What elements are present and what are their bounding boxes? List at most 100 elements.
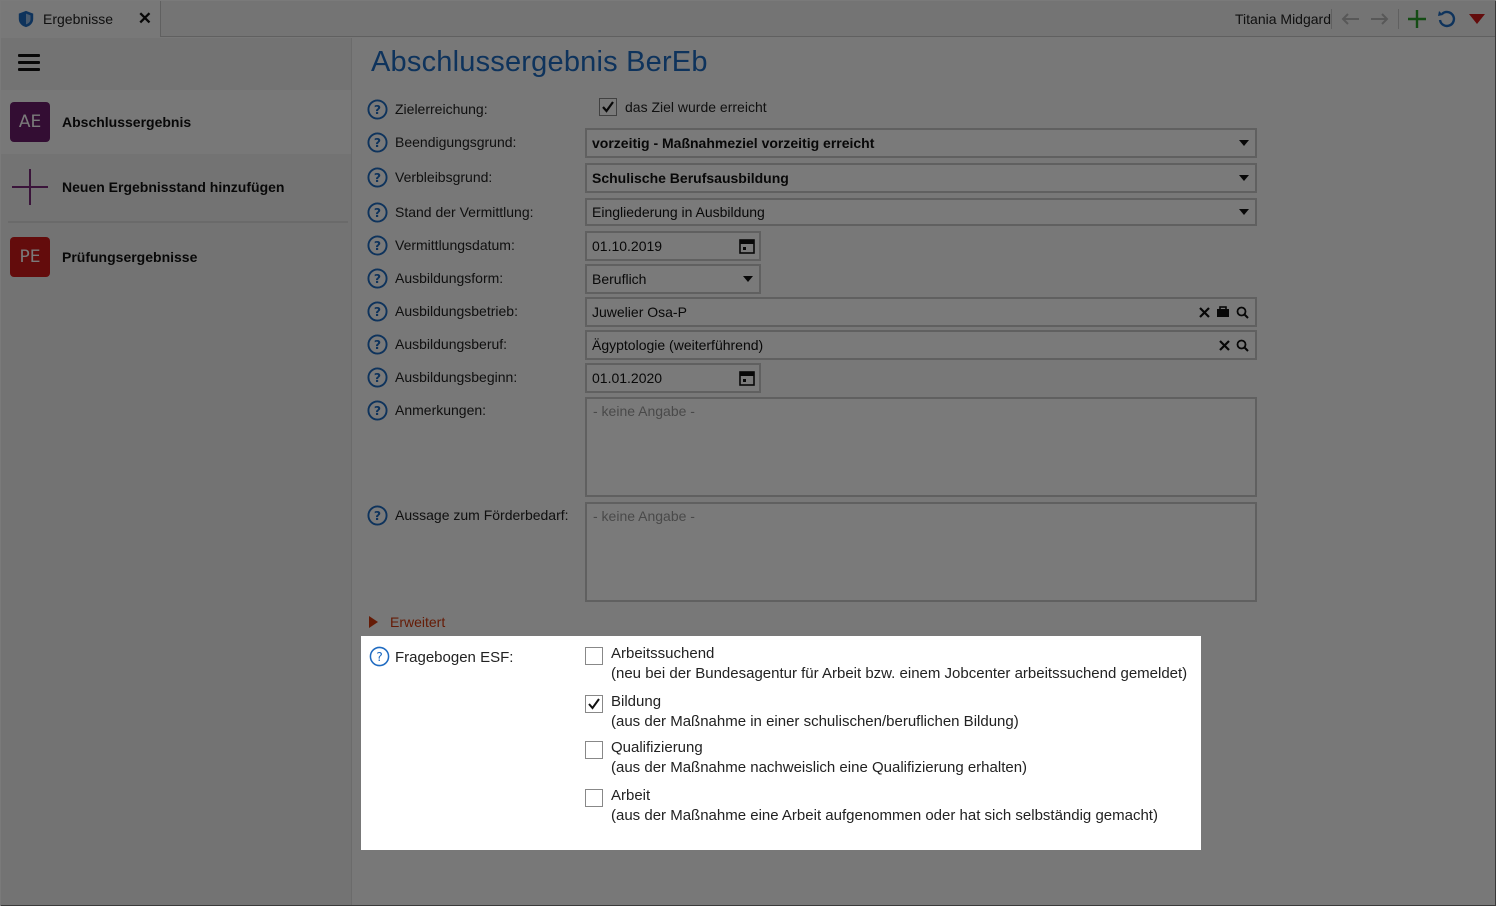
stand-select[interactable]: Eingliederung in Ausbildung	[585, 198, 1257, 226]
chevron-down-icon	[743, 276, 753, 282]
search-icon[interactable]	[1236, 339, 1249, 352]
option-desc: (neu bei der Bundesagentur für Arbeit bz…	[611, 665, 1188, 682]
main-content: Abschlussergebnis BerEb ? Zielerreichung…	[353, 38, 1495, 905]
foerderbedarf-textarea[interactable]: - keine Angabe -	[585, 502, 1257, 602]
tab-label: Ergebnisse	[43, 11, 114, 27]
sidebar-item-add-result[interactable]: Neuen Ergebnisstand hinzufügen	[1, 155, 351, 219]
ausbildungsberuf-input[interactable]: Ägyptologie (weiterführend)	[585, 330, 1257, 360]
ausbildungsbetrieb-input[interactable]: Juwelier Osa-P	[585, 297, 1257, 327]
select-value: Beruflich	[592, 271, 647, 287]
field-label: Ausbildungsberuf:	[395, 336, 508, 352]
help-icon[interactable]: ?	[367, 99, 388, 120]
checkbox-checked[interactable]	[585, 695, 603, 713]
field-label: Verbleibsgrund:	[395, 169, 493, 185]
row-zielerreichung: ? Zielerreichung: das Ziel wurde erreich…	[367, 98, 1267, 122]
lookup-buttons	[1199, 306, 1255, 319]
help-icon[interactable]: ?	[367, 167, 388, 188]
anmerkungen-textarea[interactable]: - keine Angabe -	[585, 397, 1257, 497]
svg-text:?: ?	[374, 170, 381, 185]
help-icon[interactable]: ?	[367, 202, 388, 223]
sidebar-item-pruefungsergebnisse[interactable]: PE Prüfungsergebnisse	[1, 225, 351, 289]
help-icon[interactable]: ?	[367, 301, 388, 322]
field-label: Zielerreichung:	[395, 101, 488, 117]
select-value: vorzeitig - Maßnahmeziel vorzeitig errei…	[592, 135, 875, 151]
lookup-value: Juwelier Osa-P	[592, 304, 687, 320]
option-title: Arbeit	[611, 787, 651, 804]
checkbox-unchecked[interactable]	[585, 789, 603, 807]
close-icon[interactable]: ✕	[138, 9, 152, 29]
add-plus-icon	[10, 167, 50, 207]
option-desc: (aus der Maßnahme in einer schulischen/b…	[611, 713, 1019, 730]
svg-text:?: ?	[374, 403, 381, 418]
clear-icon[interactable]	[1219, 339, 1230, 351]
help-icon[interactable]: ?	[367, 367, 388, 388]
ausbildungsform-select[interactable]: Beruflich	[585, 264, 761, 294]
option-text: Arbeit (aus der Maßnahme eine Arbeit auf…	[611, 786, 1158, 826]
option-title: Arbeitssuchend	[611, 645, 715, 662]
page-title: Abschlussergebnis BerEb	[371, 46, 708, 78]
row-vermittlungsdatum: ? Vermittlungsdatum:	[367, 234, 1267, 258]
calendar-icon[interactable]	[739, 370, 755, 386]
tab-ergebnisse[interactable]: Ergebnisse ✕	[1, 1, 161, 37]
help-icon[interactable]: ?	[367, 505, 388, 526]
esf-option-qualifizierung[interactable]: Qualifizierung (aus der Maßnahme nachwei…	[585, 738, 1027, 778]
select-value: Eingliederung in Ausbildung	[592, 204, 765, 220]
clear-icon[interactable]	[1199, 306, 1210, 318]
option-desc: (aus der Maßnahme nachweislich eine Qual…	[611, 759, 1028, 776]
erweitert-expander[interactable]: Erweitert	[369, 614, 445, 630]
beendigungsgrund-select[interactable]: vorzeitig - Maßnahmeziel vorzeitig errei…	[585, 128, 1257, 158]
help-icon[interactable]: ?	[367, 400, 388, 421]
checkbox-unchecked[interactable]	[585, 647, 603, 665]
back-arrow-icon[interactable]	[1338, 7, 1362, 31]
app-window: Ergebnisse ✕ Titania Midgard AE Abschlus…	[0, 0, 1496, 906]
menu-icon[interactable]	[18, 54, 40, 72]
svg-text:?: ?	[374, 508, 381, 523]
dropdown-triangle-icon[interactable]	[1465, 7, 1489, 31]
toolbar-divider	[1398, 9, 1399, 29]
shield-icon	[18, 10, 34, 28]
briefcase-icon[interactable]	[1216, 306, 1230, 318]
checkbox-unchecked[interactable]	[585, 741, 603, 759]
svg-text:?: ?	[374, 238, 381, 253]
help-icon[interactable]: ?	[369, 646, 390, 667]
option-title: Bildung	[611, 693, 662, 710]
sidebar-item-abschlussergebnis[interactable]: AE Abschlussergebnis	[1, 90, 351, 154]
search-icon[interactable]	[1236, 306, 1249, 319]
help-icon[interactable]: ?	[367, 334, 388, 355]
esf-panel: ? Fragebogen ESF: Arbeitssuchend (neu be…	[361, 636, 1201, 850]
option-text: Bildung (aus der Maßnahme in einer schul…	[611, 692, 1019, 732]
esf-option-arbeit[interactable]: Arbeit (aus der Maßnahme eine Arbeit auf…	[585, 786, 1158, 826]
help-icon[interactable]: ?	[367, 235, 388, 256]
lookup-buttons	[1219, 339, 1255, 352]
refresh-icon[interactable]	[1435, 7, 1459, 31]
esf-label: Fragebogen ESF:	[395, 649, 514, 666]
esf-option-bildung[interactable]: Bildung (aus der Maßnahme in einer schul…	[585, 692, 1019, 732]
row-ausbildungsbeginn: ? Ausbildungsbeginn:	[367, 366, 1267, 390]
esf-option-arbeitssuchend[interactable]: Arbeitssuchend (neu bei der Bundesagentu…	[585, 644, 1187, 684]
ausbildungsbeginn-input[interactable]: 01.01.2020	[585, 363, 761, 393]
tab-bar: Ergebnisse ✕ Titania Midgard	[1, 1, 1495, 37]
help-icon[interactable]: ?	[367, 268, 388, 289]
triangle-right-icon	[369, 616, 378, 628]
field-label: Stand der Vermittlung:	[395, 204, 534, 220]
help-icon[interactable]: ?	[367, 132, 388, 153]
svg-text:?: ?	[374, 205, 381, 220]
chevron-down-icon	[1239, 175, 1249, 181]
expander-label: Erweitert	[390, 614, 446, 630]
field-label: Ausbildungsbeginn:	[395, 369, 518, 385]
vermittlungsdatum-input[interactable]: 01.10.2019	[585, 231, 761, 261]
select-value: Schulische Berufsausbildung	[592, 170, 789, 186]
option-desc: (aus der Maßnahme eine Arbeit aufgenomme…	[611, 807, 1158, 824]
plus-icon[interactable]	[1405, 7, 1429, 31]
verbleibsgrund-select[interactable]: Schulische Berufsausbildung	[585, 163, 1257, 193]
forward-arrow-icon[interactable]	[1368, 7, 1392, 31]
svg-text:?: ?	[374, 304, 381, 319]
calendar-icon[interactable]	[739, 238, 755, 254]
row-ausbildungsform: ? Ausbildungsform:	[367, 267, 1267, 291]
field-label: Beendigungsgrund:	[395, 134, 517, 150]
zielerreichung-checkbox[interactable]: das Ziel wurde erreicht	[599, 98, 767, 116]
checkmark-icon	[588, 698, 600, 710]
chevron-down-icon	[1239, 140, 1249, 146]
checkbox-checked[interactable]	[599, 98, 617, 116]
date-value: 01.01.2020	[592, 370, 663, 386]
